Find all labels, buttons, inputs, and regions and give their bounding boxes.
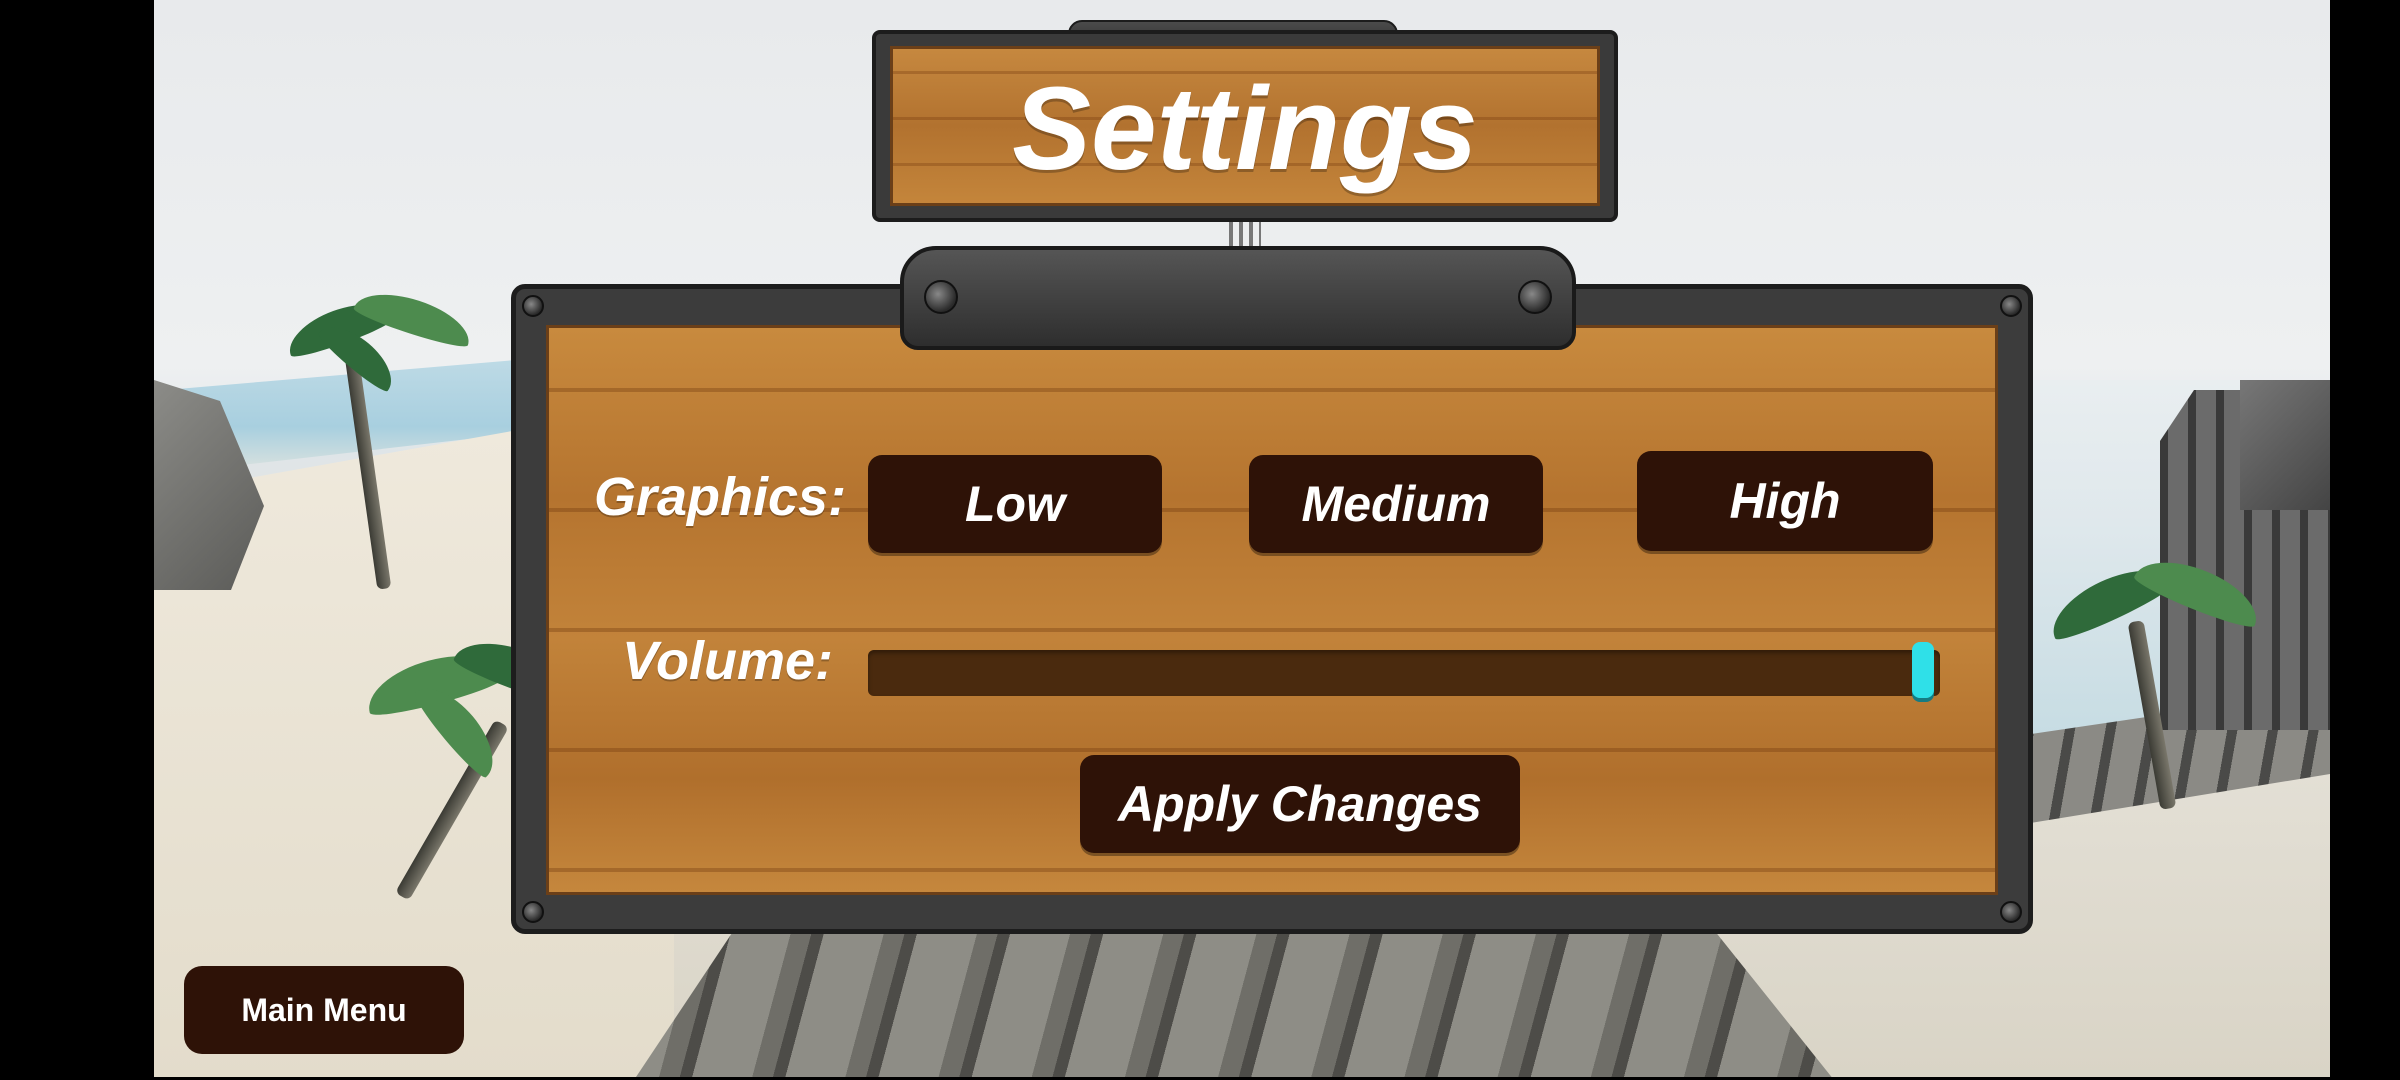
rivet <box>1518 280 1552 314</box>
graphics-medium-label: Medium <box>1301 476 1491 532</box>
apply-changes-label: Apply Changes <box>1118 776 1482 832</box>
page-title: Settings <box>1012 63 1478 195</box>
main-menu-label: Main Menu <box>241 991 407 1028</box>
rivet <box>2000 295 2022 317</box>
graphics-low-label: Low <box>965 476 1065 532</box>
rivet <box>522 901 544 923</box>
apply-changes-button[interactable]: Apply Changes <box>1080 755 1520 853</box>
graphics-low-button[interactable]: Low <box>868 455 1162 553</box>
rivet <box>2000 901 2022 923</box>
palm-tree <box>2034 547 2274 820</box>
main-menu-button[interactable]: Main Menu <box>184 966 464 1054</box>
palm-tree <box>264 282 484 600</box>
volume-slider[interactable] <box>868 642 1940 698</box>
volume-slider-thumb[interactable] <box>1912 642 1934 698</box>
graphics-high-button[interactable]: High <box>1637 451 1933 551</box>
graphics-label: Graphics: <box>594 467 847 527</box>
graphics-high-label: High <box>1729 473 1841 529</box>
shack-roof <box>2240 380 2330 510</box>
rivet <box>924 280 958 314</box>
rivet <box>522 295 544 317</box>
volume-label: Volume: <box>622 631 834 691</box>
panel-plaque <box>900 246 1576 350</box>
title-board: Settings <box>872 30 1618 222</box>
graphics-medium-button[interactable]: Medium <box>1249 455 1543 553</box>
